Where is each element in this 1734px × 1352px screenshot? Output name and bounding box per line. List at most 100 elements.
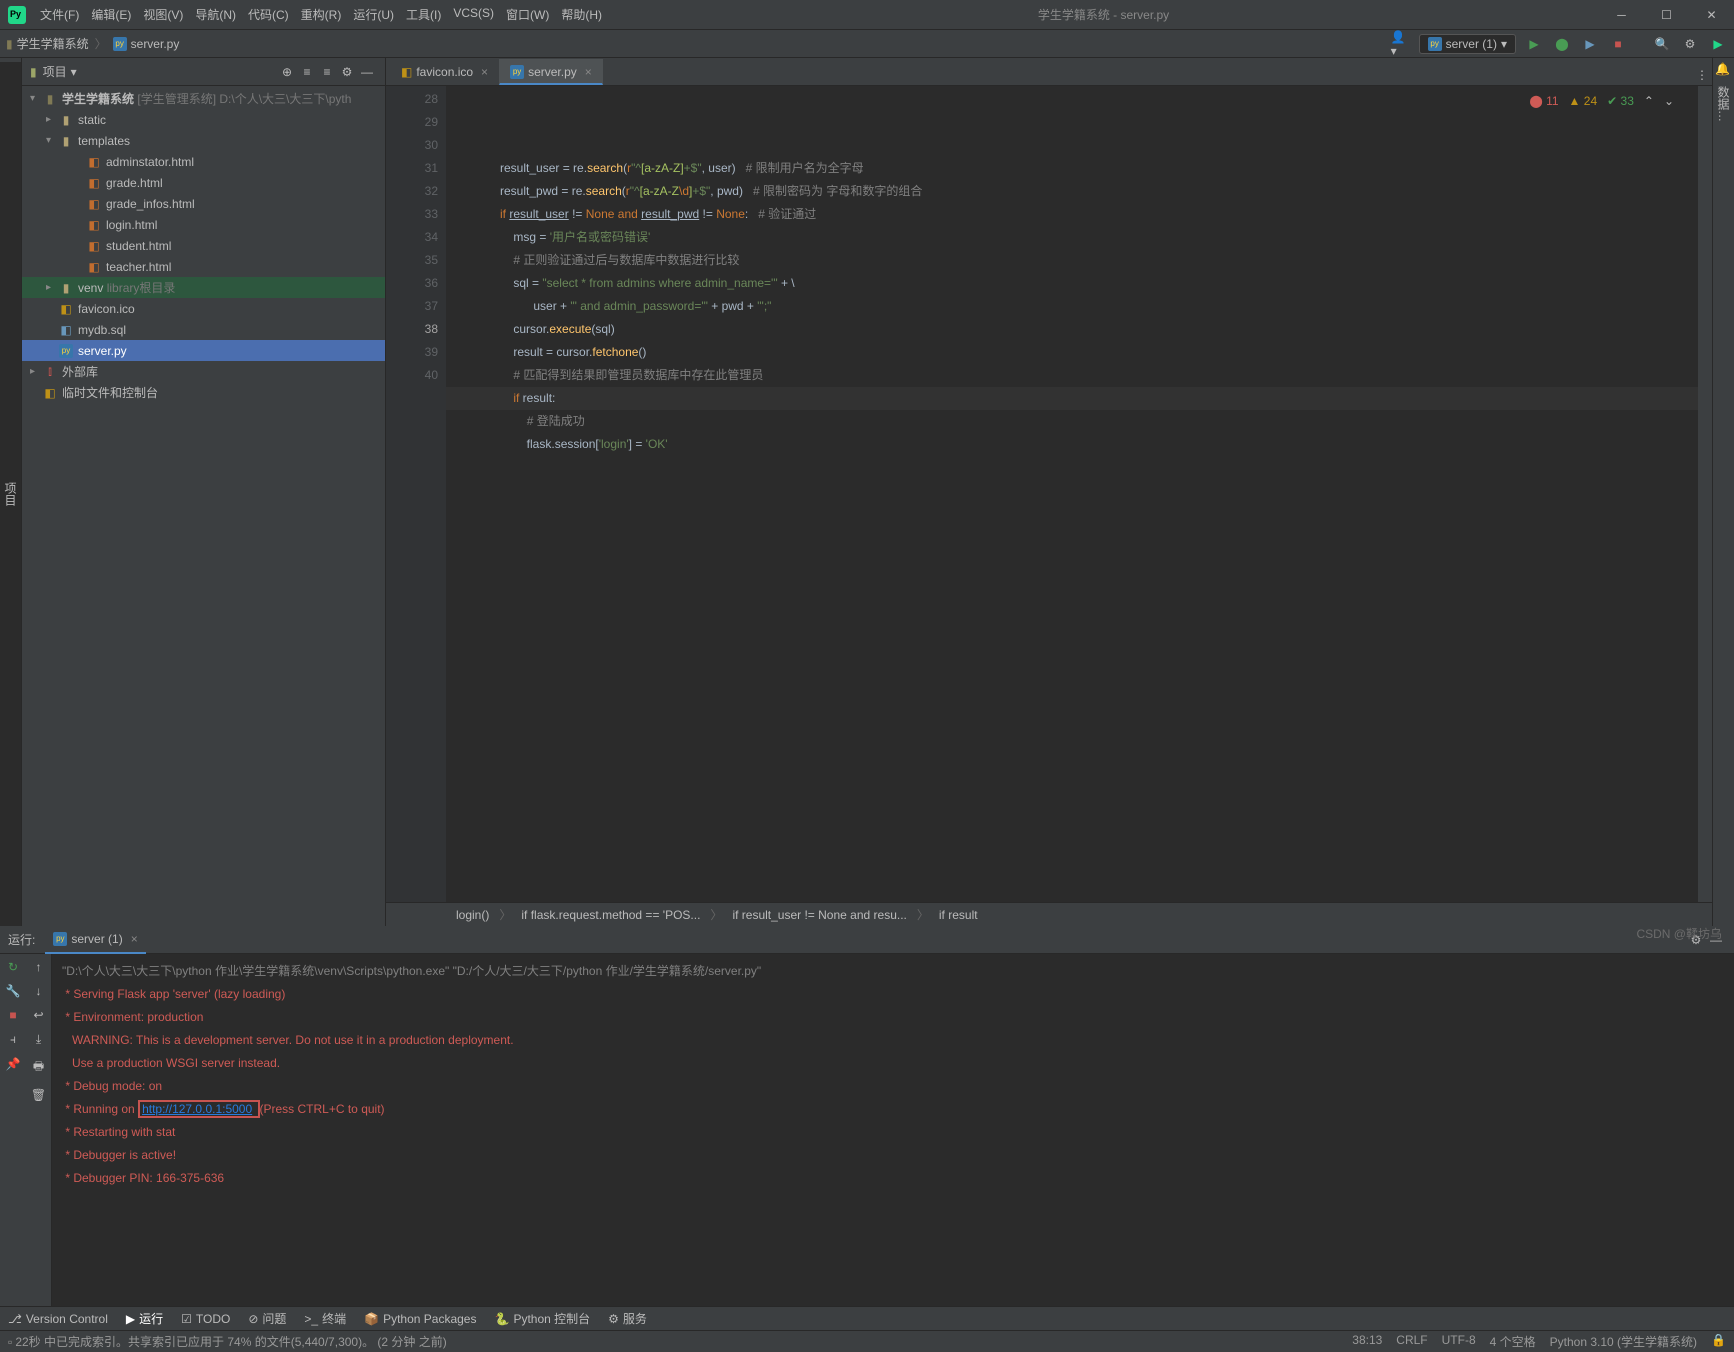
editor-crumb[interactable]: if flask.request.method == 'POS... xyxy=(521,908,700,922)
close-icon[interactable]: × xyxy=(131,932,138,946)
breadcrumb[interactable]: ▮ 学生学籍系统 〉 py server.py xyxy=(6,35,179,52)
settings-icon[interactable]: ⚙ xyxy=(1680,34,1700,54)
error-stripe[interactable] xyxy=(1698,86,1712,902)
close-button[interactable]: ✕ xyxy=(1689,0,1734,30)
menu-代码(C)[interactable]: 代码(C) xyxy=(242,6,295,23)
indent-setting[interactable]: 4 个空格 xyxy=(1490,1333,1536,1350)
window-title: 学生学籍系统 - server.py xyxy=(608,6,1599,23)
maximize-button[interactable]: ☐ xyxy=(1644,0,1689,30)
collapse-all-icon[interactable]: ≡ xyxy=(317,62,337,82)
tree-file[interactable]: ◧login.html xyxy=(22,214,385,235)
search-everywhere-icon[interactable]: 🔍 xyxy=(1652,34,1672,54)
tree-scratches[interactable]: ◧临时文件和控制台 xyxy=(22,382,385,403)
minimize-button[interactable]: ─ xyxy=(1599,0,1644,30)
stop-button[interactable]: ■ xyxy=(1608,34,1628,54)
bottom-tool-服务[interactable]: ⚙服务 xyxy=(608,1310,647,1327)
bottom-tool-Version Control[interactable]: ⎇Version Control xyxy=(8,1312,108,1326)
tree-file[interactable]: ◧grade_infos.html xyxy=(22,193,385,214)
file-encoding[interactable]: UTF-8 xyxy=(1442,1333,1476,1350)
status-indicator-icon[interactable]: ▫ xyxy=(8,1335,12,1349)
tree-file[interactable]: ◧teacher.html xyxy=(22,256,385,277)
code-editor[interactable]: 28293031323334353637383940 ⬤ 11 ▲ 24 ✔ 3… xyxy=(386,86,1712,902)
print-icon[interactable]: 🖶 xyxy=(33,1057,44,1078)
bottom-tool-终端[interactable]: >_终端 xyxy=(304,1310,346,1327)
run-button[interactable]: ▶ xyxy=(1524,34,1544,54)
run-tab[interactable]: py server (1) × xyxy=(45,926,145,954)
menu-导航(N)[interactable]: 导航(N) xyxy=(189,6,242,23)
editor-tab-server[interactable]: py server.py× xyxy=(499,59,603,85)
select-opened-icon[interactable]: ⊕ xyxy=(277,62,297,82)
python-icon: py xyxy=(1428,37,1442,51)
close-icon[interactable]: × xyxy=(585,65,592,79)
soft-wrap-icon[interactable]: ↩ xyxy=(33,1008,43,1022)
project-tree[interactable]: ▾▮ 学生学籍系统 [学生管理系统] D:\个人\大三\大三下\pyth ▸▮s… xyxy=(22,86,385,405)
user-icon[interactable]: 👤▾ xyxy=(1391,34,1411,54)
tree-file[interactable]: ◧student.html xyxy=(22,235,385,256)
caret-position[interactable]: 38:13 xyxy=(1352,1333,1382,1350)
bottom-tool-运行[interactable]: ▶运行 xyxy=(126,1310,163,1327)
down-icon[interactable]: ↓ xyxy=(36,984,42,998)
modify-run-button[interactable]: 🔧 xyxy=(6,984,21,998)
notifications-icon[interactable]: 🔔 xyxy=(1713,58,1734,80)
tree-file[interactable]: pyserver.py xyxy=(22,340,385,361)
chevron-down-icon[interactable]: ▾ xyxy=(71,65,77,79)
bottom-tool-TODO[interactable]: ☑TODO xyxy=(181,1312,230,1326)
clear-icon[interactable]: 🗑 xyxy=(31,1088,46,1102)
stop-button[interactable]: ■ xyxy=(9,1008,16,1022)
menu-编辑(E)[interactable]: 编辑(E) xyxy=(85,6,137,23)
menu-VCS(S)[interactable]: VCS(S) xyxy=(447,6,500,23)
bottom-tool-问题[interactable]: ⊘问题 xyxy=(248,1310,286,1327)
menu-帮助(H)[interactable]: 帮助(H) xyxy=(555,6,608,23)
editor-tab-favicon[interactable]: ◧ favicon.ico× xyxy=(390,59,499,85)
menu-窗口(W)[interactable]: 窗口(W) xyxy=(500,6,555,23)
nav-bar: ▮ 学生学籍系统 〉 py server.py 👤▾ py server (1)… xyxy=(0,30,1734,58)
hide-icon[interactable]: — xyxy=(357,62,377,82)
database-tool-tab[interactable]: 数据… xyxy=(1713,80,1734,128)
gear-icon[interactable]: ⚙ xyxy=(337,62,357,82)
inspection-widget[interactable]: ⬤ 11 ▲ 24 ✔ 33 ⌃⌄ xyxy=(1529,90,1674,113)
tree-root[interactable]: ▾▮ 学生学籍系统 [学生管理系统] D:\个人\大三\大三下\pyth xyxy=(22,88,385,109)
breadcrumb-root[interactable]: 学生学籍系统 xyxy=(17,35,89,52)
tree-file[interactable]: ◧favicon.ico xyxy=(22,298,385,319)
bottom-tool-Python Packages[interactable]: 📦Python Packages xyxy=(364,1312,476,1326)
tree-folder-static[interactable]: ▸▮static xyxy=(22,109,385,130)
tree-external-libs[interactable]: ▸⫾外部库 xyxy=(22,361,385,382)
tree-folder-venv[interactable]: ▸▮venv library根目录 xyxy=(22,277,385,298)
menu-重构(R)[interactable]: 重构(R) xyxy=(295,6,348,23)
breadcrumb-file[interactable]: server.py xyxy=(131,37,180,51)
tree-file[interactable]: ◧adminstator.html xyxy=(22,151,385,172)
editor-crumb[interactable]: if result xyxy=(939,908,978,922)
tree-folder-templates[interactable]: ▾▮templates xyxy=(22,130,385,151)
editor-crumb[interactable]: if result_user != None and resu... xyxy=(732,908,906,922)
project-panel: ▮ 项目 ▾ ⊕ ≡ ≡ ⚙ — ▾▮ 学生学籍系统 [学生管理系统] D:\个… xyxy=(22,58,386,926)
close-icon[interactable]: × xyxy=(481,65,488,79)
python-interpreter[interactable]: Python 3.10 (学生学籍系统) xyxy=(1550,1333,1697,1350)
tree-file[interactable]: ◧mydb.sql xyxy=(22,319,385,340)
run-with-coverage-button[interactable]: ▶ xyxy=(1580,34,1600,54)
console-output[interactable]: "D:\个人\大三\大三下\python 作业\学生学籍系统\venv\Scri… xyxy=(52,954,1734,1306)
menu-运行(U)[interactable]: 运行(U) xyxy=(347,6,400,23)
status-bar: ▫ 22秒 中已完成索引。共享索引已应用于 74% 的文件(5,440/7,30… xyxy=(0,1330,1734,1352)
expand-all-icon[interactable]: ≡ xyxy=(297,62,317,82)
bottom-tool-Python 控制台[interactable]: 🐍Python 控制台 xyxy=(494,1310,590,1327)
menu-文件(F)[interactable]: 文件(F) xyxy=(34,6,85,23)
scroll-to-end-icon[interactable]: ⤓ xyxy=(36,1032,41,1047)
line-gutter[interactable]: 28293031323334353637383940 xyxy=(386,86,446,902)
layout-icon[interactable]: ⫞ xyxy=(10,1032,16,1047)
watermark: CSDN @鞣坊乌 xyxy=(1636,925,1722,942)
code-with-me-icon[interactable]: ▶ xyxy=(1708,34,1728,54)
run-config-selector[interactable]: py server (1) ▾ xyxy=(1419,34,1516,54)
tree-file[interactable]: ◧grade.html xyxy=(22,172,385,193)
line-separator[interactable]: CRLF xyxy=(1396,1333,1427,1350)
menu-视图(V)[interactable]: 视图(V) xyxy=(137,6,189,23)
code-content[interactable]: ⬤ 11 ▲ 24 ✔ 33 ⌃⌄ result_user = re.searc… xyxy=(446,86,1698,902)
lock-icon[interactable]: 🔒 xyxy=(1711,1333,1726,1350)
editor-crumb[interactable]: login() xyxy=(456,908,489,922)
app-logo xyxy=(8,6,26,24)
project-tool-tab[interactable]: 项目 xyxy=(0,62,21,926)
pin-icon[interactable]: 📌 xyxy=(6,1057,21,1071)
menu-工具(I)[interactable]: 工具(I) xyxy=(400,6,447,23)
tab-menu-icon[interactable]: ⋮ xyxy=(1692,65,1712,85)
editor-breadcrumbs[interactable]: login()〉if flask.request.method == 'POS.… xyxy=(386,902,1712,926)
debug-button[interactable]: ⬤ xyxy=(1552,34,1572,54)
